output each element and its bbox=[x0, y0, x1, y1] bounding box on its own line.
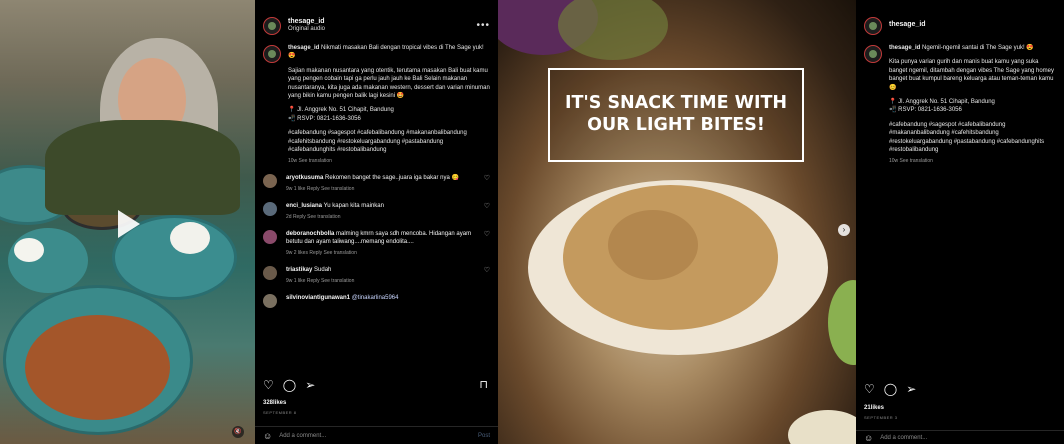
post2-panel: thesage_id thesage_id Ngemil-ngemil sant… bbox=[856, 0, 1064, 444]
caption-hashtags[interactable]: #cafebandung #sagespot #cafebalibandung … bbox=[288, 129, 490, 154]
comment-text: Rekomen banget the sage..juara iga bakar… bbox=[325, 175, 459, 182]
share-icon[interactable]: ➢ bbox=[906, 382, 916, 396]
post1-add-comment: ☺ Add a comment... Post bbox=[255, 426, 498, 444]
post2-username[interactable]: thesage_id bbox=[889, 21, 926, 29]
comment-text[interactable]: @tinakarlina5964 bbox=[352, 295, 399, 301]
caption-username[interactable]: thesage_id bbox=[889, 45, 920, 51]
comment-username[interactable]: triastikay bbox=[286, 267, 312, 273]
comment: silvinoviantigunawan1 @tinakarlina5964 bbox=[255, 293, 498, 308]
post1-video[interactable]: 🔇 bbox=[0, 0, 255, 444]
caption-body: Sajian makanan nusantara yang otentik, t… bbox=[288, 67, 490, 99]
avatar[interactable] bbox=[263, 202, 277, 217]
emoji-icon[interactable]: ☺ bbox=[864, 433, 873, 443]
comment-meta[interactable]: 9w 1 like Reply See translation bbox=[286, 278, 480, 285]
caption-rsvp: 📲 RSVP: 0821-1636-3056 bbox=[288, 115, 361, 122]
comment: aryotkusuma Rekomen banget the sage..jua… bbox=[255, 174, 498, 193]
caption-meta[interactable]: 10w See translation bbox=[889, 158, 1056, 165]
comment-username[interactable]: deboranochbolla bbox=[286, 231, 334, 237]
comment-meta[interactable]: 9w 1 like Reply See translation bbox=[286, 186, 480, 193]
avatar[interactable] bbox=[263, 45, 281, 63]
caption-lead: Ngemil-ngemil santai di The Sage yuk! 😍 bbox=[922, 45, 1034, 51]
avatar[interactable] bbox=[263, 265, 277, 280]
avatar[interactable] bbox=[263, 16, 281, 35]
comment-username[interactable]: aryotkusuma bbox=[286, 175, 323, 181]
caption-username[interactable]: thesage_id bbox=[288, 45, 319, 51]
post1-panel: thesage_id Original audio ••• thesage_id… bbox=[255, 0, 498, 444]
fried-snacks bbox=[608, 210, 698, 280]
post1-date: SEPTEMBER 8 bbox=[263, 410, 297, 415]
post2-date: SEPTEMBER 3 bbox=[864, 415, 898, 420]
comment-icon[interactable]: ◯ bbox=[884, 382, 897, 396]
caption-body: Kita punya varian gurih dan manis buat k… bbox=[889, 59, 1055, 91]
chevron-right-icon[interactable]: › bbox=[838, 224, 850, 236]
share-icon[interactable]: ➢ bbox=[305, 378, 315, 392]
avatar[interactable] bbox=[864, 16, 882, 35]
post1-likes[interactable]: 328likes bbox=[263, 400, 286, 406]
caption-hashtags[interactable]: #cafebandung #sagespot #cafebalibandung … bbox=[889, 121, 1056, 155]
comment-meta[interactable]: 9w 2 likes Reply See translation bbox=[286, 250, 480, 257]
food-plate bbox=[8, 228, 88, 293]
instagram-collage: 🔇 thesage_id Original audio ••• thesage_… bbox=[0, 0, 1064, 444]
heart-icon[interactable]: ♡ bbox=[484, 230, 490, 257]
overlay-text: IT'S SNACK TIME WITH OUR LIGHT BITES! bbox=[564, 93, 788, 135]
post1-username[interactable]: thesage_id bbox=[288, 18, 325, 26]
avatar[interactable] bbox=[864, 45, 882, 63]
comment-input[interactable]: Add a comment... bbox=[279, 433, 326, 439]
heart-icon[interactable]: ♡ bbox=[484, 174, 490, 193]
food-plate bbox=[25, 315, 170, 420]
comment: deboranochbolla malming kmrn saya sdh me… bbox=[255, 229, 498, 257]
comment-text: Sudah bbox=[314, 266, 332, 273]
heart-icon[interactable]: ♡ bbox=[484, 202, 490, 221]
comment-username[interactable]: silvinoviantigunawan1 bbox=[286, 295, 350, 301]
post-button[interactable]: Post bbox=[478, 433, 490, 439]
food-plate bbox=[14, 238, 44, 262]
side-bowl bbox=[828, 280, 856, 365]
heart-icon[interactable]: ♡ bbox=[864, 382, 875, 396]
post2-likes[interactable]: 21likes bbox=[864, 405, 884, 411]
emoji-icon[interactable]: ☺ bbox=[263, 431, 272, 441]
post1-actions: ♡ ◯ ➢ bbox=[263, 378, 315, 392]
post1-audio[interactable]: Original audio bbox=[288, 26, 325, 33]
caption-address: 📍 Jl. Anggrek No. 51 Cihapit, Bandung bbox=[288, 107, 394, 114]
post2-add-comment: ☺ Add a comment... bbox=[856, 430, 1064, 444]
comment-text: Yu kapan kita mainkan bbox=[323, 203, 384, 210]
leaf bbox=[558, 0, 668, 60]
mute-icon[interactable]: 🔇 bbox=[232, 426, 244, 438]
comment-username[interactable]: enci_lusiana bbox=[286, 203, 322, 209]
overlay-text-box: IT'S SNACK TIME WITH OUR LIGHT BITES! bbox=[548, 68, 804, 162]
post2-header: thesage_id bbox=[856, 0, 1064, 40]
avatar[interactable] bbox=[263, 229, 277, 244]
comment-icon[interactable]: ◯ bbox=[283, 378, 296, 392]
caption-rsvp: 📲 RSVP: 0821-1636-3056 bbox=[889, 107, 962, 114]
post1-header: thesage_id Original audio ••• bbox=[255, 0, 498, 40]
caption-address: 📍 Jl. Anggrek No. 51 Cihapit, Bandung bbox=[889, 98, 995, 105]
person-body bbox=[45, 120, 240, 215]
post1-caption: thesage_id Nikmati masakan Bali dengan t… bbox=[255, 40, 498, 165]
side-bowl bbox=[788, 410, 856, 444]
heart-icon[interactable]: ♡ bbox=[263, 378, 274, 392]
food-plate bbox=[170, 222, 210, 254]
play-icon[interactable] bbox=[118, 210, 140, 238]
post2-actions: ♡ ◯ ➢ bbox=[864, 382, 916, 396]
post2-caption: thesage_id Ngemil-ngemil santai di The S… bbox=[856, 40, 1064, 165]
comment: enci_lusiana Yu kapan kita mainkan 2d Re… bbox=[255, 202, 498, 221]
heart-icon[interactable]: ♡ bbox=[484, 266, 490, 285]
avatar[interactable] bbox=[263, 293, 277, 308]
caption-meta[interactable]: 10w See translation bbox=[288, 158, 490, 165]
comment-meta[interactable]: 2d Reply See translation bbox=[286, 214, 480, 221]
more-icon[interactable]: ••• bbox=[476, 20, 490, 31]
comment-input[interactable]: Add a comment... bbox=[880, 435, 927, 441]
bookmark-icon[interactable]: ⊓ bbox=[479, 378, 488, 391]
post2-image[interactable]: IT'S SNACK TIME WITH OUR LIGHT BITES! › bbox=[498, 0, 856, 444]
avatar[interactable] bbox=[263, 174, 277, 189]
comment: triastikay Sudah 9w 1 like Reply See tra… bbox=[255, 265, 498, 285]
